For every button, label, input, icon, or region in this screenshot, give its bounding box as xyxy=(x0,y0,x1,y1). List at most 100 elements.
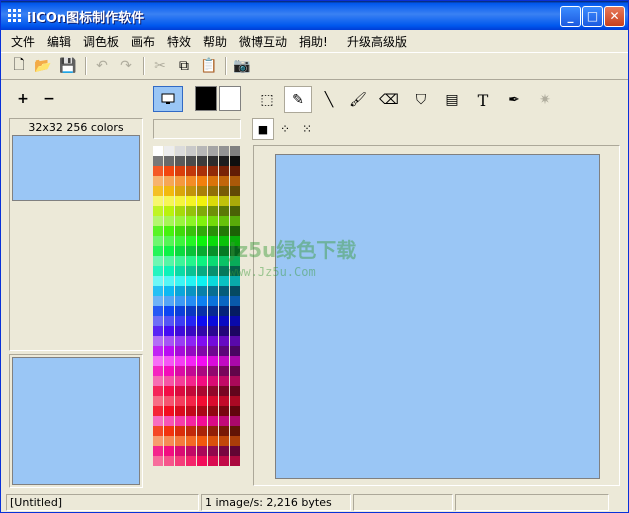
palette-color-cell[interactable] xyxy=(186,426,196,436)
palette-color-cell[interactable] xyxy=(208,336,218,346)
palette-color-cell[interactable] xyxy=(186,166,196,176)
palette-color-cell[interactable] xyxy=(164,316,174,326)
palette-color-cell[interactable] xyxy=(164,186,174,196)
palette-color-cell[interactable] xyxy=(208,276,218,286)
palette-color-cell[interactable] xyxy=(197,216,207,226)
palette-color-cell[interactable] xyxy=(175,276,185,286)
palette-color-cell[interactable] xyxy=(219,266,229,276)
palette-color-cell[interactable] xyxy=(153,436,163,446)
menu-file[interactable]: 文件 xyxy=(11,33,35,50)
foreground-color-swatch[interactable] xyxy=(195,86,217,111)
palette-color-cell[interactable] xyxy=(197,366,207,376)
palette-color-cell[interactable] xyxy=(208,306,218,316)
palette-color-cell[interactable] xyxy=(186,246,196,256)
palette-color-cell[interactable] xyxy=(197,326,207,336)
palette-color-cell[interactable] xyxy=(197,436,207,446)
palette-color-cell[interactable] xyxy=(230,346,240,356)
palette-color-cell[interactable] xyxy=(219,216,229,226)
palette-color-cell[interactable] xyxy=(153,366,163,376)
palette-color-cell[interactable] xyxy=(197,356,207,366)
palette-color-cell[interactable] xyxy=(197,176,207,186)
palette-color-cell[interactable] xyxy=(208,386,218,396)
palette-color-cell[interactable] xyxy=(197,316,207,326)
palette-color-cell[interactable] xyxy=(164,246,174,256)
eraser-icon[interactable]: ⌫ xyxy=(377,88,401,112)
open-folder-icon[interactable]: 📂 xyxy=(33,56,53,76)
palette-color-cell[interactable] xyxy=(230,246,240,256)
palette-color-cell[interactable] xyxy=(230,166,240,176)
palette-color-cell[interactable] xyxy=(230,386,240,396)
palette-color-cell[interactable] xyxy=(153,326,163,336)
palette-color-cell[interactable] xyxy=(219,326,229,336)
palette-color-cell[interactable] xyxy=(230,436,240,446)
palette-color-cell[interactable] xyxy=(175,306,185,316)
palette-color-cell[interactable] xyxy=(153,426,163,436)
palette-color-cell[interactable] xyxy=(219,196,229,206)
palette-color-cell[interactable] xyxy=(208,226,218,236)
palette-color-cell[interactable] xyxy=(197,206,207,216)
palette-color-cell[interactable] xyxy=(175,186,185,196)
palette-color-cell[interactable] xyxy=(175,416,185,426)
palette-color-cell[interactable] xyxy=(230,206,240,216)
palette-color-cell[interactable] xyxy=(175,296,185,306)
palette-color-cell[interactable] xyxy=(164,156,174,166)
palette-color-cell[interactable] xyxy=(197,346,207,356)
menu-weibo[interactable]: 微博互动 xyxy=(239,33,287,50)
palette-color-cell[interactable] xyxy=(197,146,207,156)
palette-color-cell[interactable] xyxy=(153,376,163,386)
palette-color-cell[interactable] xyxy=(230,296,240,306)
palette-color-cell[interactable] xyxy=(164,176,174,186)
palette-color-cell[interactable] xyxy=(208,366,218,376)
menu-palette[interactable]: 调色板 xyxy=(83,33,119,50)
palette-color-cell[interactable] xyxy=(208,176,218,186)
palette-color-cell[interactable] xyxy=(186,296,196,306)
palette-color-cell[interactable] xyxy=(186,226,196,236)
palette-color-cell[interactable] xyxy=(175,436,185,446)
palette-color-cell[interactable] xyxy=(153,216,163,226)
palette-color-cell[interactable] xyxy=(208,326,218,336)
palette-color-cell[interactable] xyxy=(197,396,207,406)
palette-color-cell[interactable] xyxy=(186,256,196,266)
palette-color-cell[interactable] xyxy=(153,296,163,306)
palette-color-cell[interactable] xyxy=(164,406,174,416)
palette-color-cell[interactable] xyxy=(230,226,240,236)
palette-color-cell[interactable] xyxy=(219,336,229,346)
palette-color-cell[interactable] xyxy=(186,336,196,346)
palette-color-cell[interactable] xyxy=(153,206,163,216)
palette-color-cell[interactable] xyxy=(186,196,196,206)
palette-color-cell[interactable] xyxy=(164,206,174,216)
palette-color-cell[interactable] xyxy=(208,196,218,206)
palette-color-cell[interactable] xyxy=(175,246,185,256)
palette-color-cell[interactable] xyxy=(153,456,163,466)
palette-color-cell[interactable] xyxy=(186,326,196,336)
palette-color-cell[interactable] xyxy=(230,316,240,326)
menu-upgrade[interactable]: 升级高级版 xyxy=(347,33,407,50)
palette-color-cell[interactable] xyxy=(164,416,174,426)
palette-color-cell[interactable] xyxy=(208,346,218,356)
palette-color-cell[interactable] xyxy=(219,226,229,236)
palette-color-cell[interactable] xyxy=(175,456,185,466)
palette-color-cell[interactable] xyxy=(208,356,218,366)
palette-color-cell[interactable] xyxy=(230,146,240,156)
palette-color-cell[interactable] xyxy=(208,186,218,196)
undo-icon[interactable]: ↶ xyxy=(92,56,112,76)
palette-color-cell[interactable] xyxy=(175,396,185,406)
palette-color-cell[interactable] xyxy=(230,276,240,286)
palette-color-cell[interactable] xyxy=(153,336,163,346)
palette-color-cell[interactable] xyxy=(197,256,207,266)
palette-color-cell[interactable] xyxy=(186,236,196,246)
palette-color-cell[interactable] xyxy=(219,456,229,466)
minimize-button[interactable]: _ xyxy=(560,6,581,27)
palette-color-cell[interactable] xyxy=(208,236,218,246)
color-picker-icon[interactable]: ✒ xyxy=(502,88,526,112)
palette-color-cell[interactable] xyxy=(153,226,163,236)
menu-donate[interactable]: 捐助! xyxy=(299,33,328,50)
paste-icon[interactable]: 📋 xyxy=(199,56,219,76)
palette-color-cell[interactable] xyxy=(164,446,174,456)
palette-color-cell[interactable] xyxy=(208,256,218,266)
palette-color-cell[interactable] xyxy=(175,366,185,376)
palette-color-cell[interactable] xyxy=(230,356,240,366)
palette-color-cell[interactable] xyxy=(219,296,229,306)
palette-color-cell[interactable] xyxy=(208,146,218,156)
palette-color-cell[interactable] xyxy=(153,146,163,156)
